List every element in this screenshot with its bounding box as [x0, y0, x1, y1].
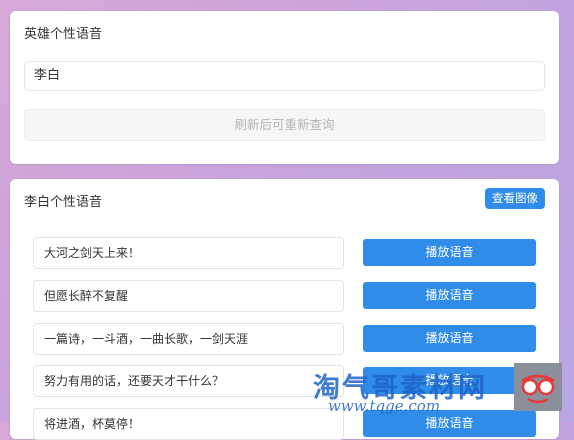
- voice-quote: 大河之剑天上来！: [33, 237, 344, 269]
- hero-search-card: 英雄个性语音 李白 刷新后可重新查询: [10, 11, 559, 164]
- play-voice-button[interactable]: 播放语音: [363, 239, 536, 266]
- voice-row: 但愿长醉不复醒 播放语音: [33, 280, 546, 312]
- result-card-title: 李白个性语音: [24, 195, 103, 210]
- hero-name-input[interactable]: 李白: [24, 61, 545, 91]
- play-voice-button[interactable]: 播放语音: [363, 325, 536, 352]
- voice-row: 大河之剑天上来！ 播放语音: [33, 237, 546, 269]
- voice-row: 一篇诗，一斗酒，一曲长歌，一剑天涯 播放语音: [33, 323, 546, 355]
- refresh-button[interactable]: 刷新后可重新查询: [24, 109, 545, 141]
- voice-quote: 一篇诗，一斗酒，一曲长歌，一剑天涯: [33, 323, 344, 355]
- search-card-title: 英雄个性语音: [24, 27, 103, 42]
- play-voice-button[interactable]: 播放语音: [363, 282, 536, 309]
- voice-quote: 努力有用的话，还要天才干什么？: [33, 365, 344, 397]
- voice-quote: 但愿长醉不复醒: [33, 280, 344, 312]
- voice-quote: 将进酒，杯莫停！: [33, 408, 344, 440]
- watermark-url: www.tqge.com: [328, 397, 441, 415]
- watermark-logo-icon: [514, 363, 562, 411]
- voice-row: 将进酒，杯莫停！ 播放语音: [33, 408, 546, 440]
- view-image-button[interactable]: 查看图像: [485, 188, 545, 209]
